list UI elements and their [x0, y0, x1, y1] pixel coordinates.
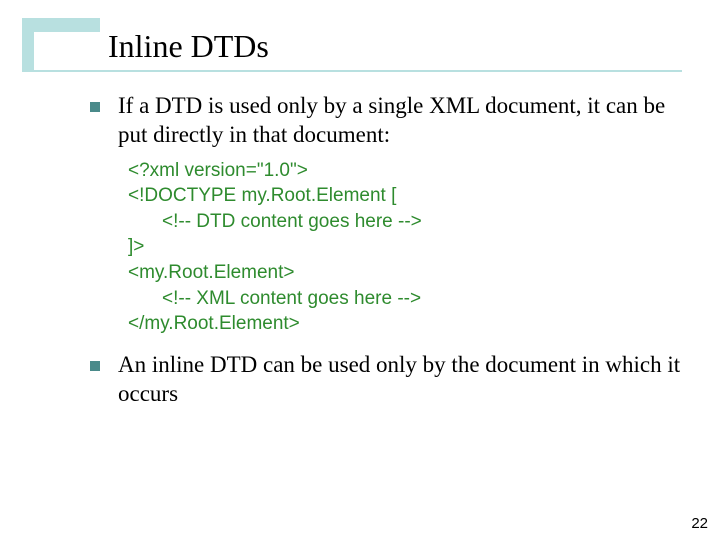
bullet-square-icon: [90, 102, 100, 112]
code-block: <?xml version="1.0"> <!DOCTYPE my.Root.E…: [128, 158, 690, 337]
bullet-text: If a DTD is used only by a single XML do…: [118, 92, 690, 150]
code-line: <!DOCTYPE my.Root.Element [: [128, 183, 690, 209]
slide-content: If a DTD is used only by a single XML do…: [90, 92, 690, 416]
bullet-item: An inline DTD can be used only by the do…: [90, 351, 690, 409]
title-bar: Inline DTDs: [0, 18, 720, 72]
code-line: ]>: [128, 234, 690, 260]
bullet-text: An inline DTD can be used only by the do…: [118, 351, 690, 409]
page-number: 22: [691, 515, 708, 532]
slide-title: Inline DTDs: [108, 28, 269, 65]
title-accent-decoration: [22, 18, 100, 32]
bullet-square-icon: [90, 361, 100, 371]
title-underline-decoration: [22, 70, 682, 72]
code-line: <!-- DTD content goes here -->: [128, 209, 690, 235]
code-line: <!-- XML content goes here -->: [128, 286, 690, 312]
code-line: <my.Root.Element>: [128, 260, 690, 286]
title-accent-decoration: [22, 32, 34, 70]
code-line: </my.Root.Element>: [128, 311, 690, 337]
code-line: <?xml version="1.0">: [128, 158, 690, 184]
bullet-item: If a DTD is used only by a single XML do…: [90, 92, 690, 150]
